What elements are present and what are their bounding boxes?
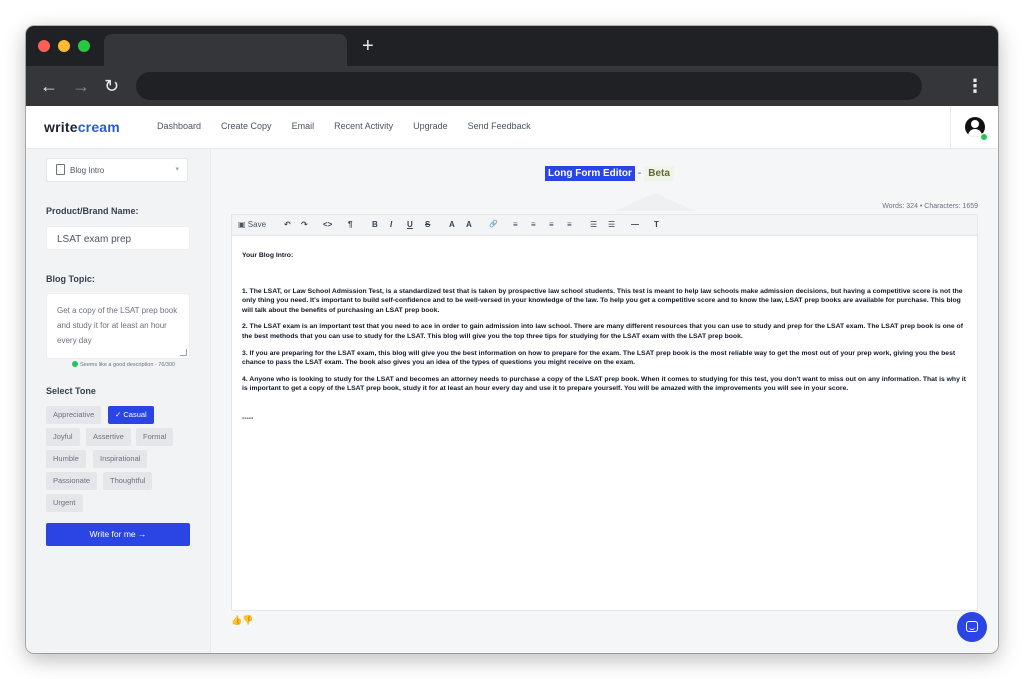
clear-format-icon[interactable]: T: [654, 220, 659, 229]
nav-recent-activity[interactable]: Recent Activity: [334, 121, 393, 131]
paragraph-3: 3. If you are preparing for the LSAT exa…: [242, 349, 956, 367]
tooltip-pointer: [615, 193, 695, 211]
long-form-editor-label: Long Form Editor: [545, 166, 635, 181]
document-icon: [56, 164, 65, 175]
underline-icon[interactable]: U: [407, 220, 413, 229]
link-icon[interactable]: 🔗: [489, 220, 498, 228]
user-menu[interactable]: [950, 106, 998, 148]
beta-badge: Beta: [644, 166, 674, 181]
product-input[interactable]: LSAT exam prep: [46, 226, 190, 250]
horizontal-rule-icon[interactable]: —: [631, 220, 639, 229]
browser-menu-icon[interactable]: ⋮: [966, 76, 984, 96]
browser-toolbar: ← → ↻ ⋮: [26, 66, 998, 106]
maximize-window-icon[interactable]: [78, 40, 90, 52]
tone-assertive[interactable]: Assertive: [86, 428, 131, 446]
template-select[interactable]: Blog Intro ▾: [46, 158, 188, 182]
save-label: Save: [247, 220, 267, 229]
minimize-window-icon[interactable]: [58, 40, 70, 52]
chat-support-button[interactable]: [957, 612, 987, 642]
back-icon[interactable]: ←: [40, 76, 58, 96]
nav-email[interactable]: Email: [292, 121, 315, 131]
nav-send-feedback[interactable]: Send Feedback: [468, 121, 531, 131]
tone-humble[interactable]: Humble: [46, 450, 86, 468]
undo-icon[interactable]: ↶: [284, 220, 291, 229]
new-tab-icon[interactable]: +: [362, 36, 374, 56]
thumbs-feedback-icon[interactable]: 👍👎: [231, 615, 253, 626]
product-label: Product/Brand Name:: [46, 206, 139, 216]
paragraph-4: 4. Anyone who is looking to study for th…: [242, 375, 966, 393]
logo-write: write: [44, 119, 78, 135]
paragraph-2: 2. The LSAT exam is an important test th…: [242, 323, 963, 340]
browser-window: + ← → ↻ ⋮ writecream Dashboard Create Co…: [26, 26, 998, 653]
separator-line: -----: [242, 414, 254, 422]
subscript-icon[interactable]: A: [466, 220, 472, 229]
tone-appreciative[interactable]: Appreciative: [46, 406, 102, 424]
resize-handle-icon[interactable]: [180, 349, 187, 356]
app-header: writecream Dashboard Create Copy Email R…: [26, 106, 998, 149]
template-select-value: Blog Intro: [70, 166, 105, 175]
tone-thoughtful[interactable]: Thoughtful: [103, 472, 153, 490]
tone-formal[interactable]: Formal: [136, 428, 174, 446]
editor-title: Long Form Editor - Beta: [545, 166, 674, 181]
editor-content[interactable]: Your Blog Intro: 1. The LSAT, or Law Sch…: [242, 251, 967, 424]
align-right-icon[interactable]: ≡: [549, 220, 554, 229]
save-button[interactable]: ▣ Save: [238, 220, 266, 229]
topic-hint: Seems like a good description - 76/300: [72, 361, 175, 368]
tone-casual-label: Casual: [123, 410, 147, 419]
topic-textarea[interactable]: Get a copy of the LSAT prep book and stu…: [46, 293, 190, 359]
nav-upgrade[interactable]: Upgrade: [413, 121, 448, 131]
bulleted-list-icon[interactable]: ☰: [590, 220, 597, 229]
tone-passionate[interactable]: Passionate: [46, 472, 98, 490]
topic-hint-text: Seems like a good description - 76/300: [80, 362, 176, 368]
code-view-icon[interactable]: <>: [323, 220, 332, 229]
write-for-me-button[interactable]: Write for me →: [46, 523, 190, 546]
redo-icon[interactable]: ↷: [301, 220, 308, 229]
tone-casual[interactable]: ✓ Casual: [108, 406, 154, 424]
online-status-icon: [980, 133, 988, 141]
browser-tab[interactable]: [104, 34, 347, 66]
blog-intro-heading: Your Blog Intro:: [242, 252, 294, 259]
justify-icon[interactable]: ≡: [567, 220, 572, 229]
close-window-icon[interactable]: [38, 40, 50, 52]
forward-icon[interactable]: →: [72, 76, 90, 96]
tab-bar: +: [26, 26, 998, 66]
align-center-icon[interactable]: ≡: [531, 220, 536, 229]
align-left-icon[interactable]: ≡: [513, 220, 518, 229]
numbered-list-icon[interactable]: ☰: [608, 220, 615, 229]
sidebar: Blog Intro ▾ Product/Brand Name: LSAT ex…: [26, 149, 211, 653]
chevron-down-icon: ▾: [175, 166, 179, 173]
topic-label: Blog Topic:: [46, 274, 95, 284]
logo-cream: cream: [77, 119, 120, 135]
tone-urgent[interactable]: Urgent: [46, 494, 83, 512]
title-separator: -: [637, 168, 642, 179]
superscript-icon[interactable]: A: [449, 220, 455, 229]
word-count: Words: 324 • Characters: 1659: [882, 203, 978, 210]
strikethrough-icon[interactable]: S: [425, 220, 430, 229]
paragraph-format-icon[interactable]: ¶: [348, 220, 352, 229]
tone-label: Select Tone: [46, 386, 96, 396]
nav-create-copy[interactable]: Create Copy: [221, 121, 272, 131]
reload-icon[interactable]: ↻: [104, 76, 119, 96]
bold-icon[interactable]: B: [372, 220, 378, 229]
nav-dashboard[interactable]: Dashboard: [157, 121, 201, 131]
topic-text: Get a copy of the LSAT prep book and stu…: [57, 306, 178, 345]
tone-inspirational[interactable]: Inspirational: [93, 450, 148, 468]
editor-toolbar: ▣ Save ↶ ↷ <> ¶ B I U S A A 🔗 ≡ ≡ ≡ ≡ ☰ …: [232, 215, 977, 236]
check-circle-icon: [72, 361, 78, 367]
paragraph-1: 1. The LSAT, or Law School Admission Tes…: [242, 287, 963, 314]
tone-joyful[interactable]: Joyful: [46, 428, 80, 446]
writecream-logo[interactable]: writecream: [44, 119, 120, 135]
main-nav: Dashboard Create Copy Email Recent Activ…: [157, 121, 531, 131]
long-form-editor[interactable]: ▣ Save ↶ ↷ <> ¶ B I U S A A 🔗 ≡ ≡ ≡ ≡ ☰ …: [231, 214, 978, 611]
address-bar[interactable]: [136, 72, 922, 100]
italic-icon[interactable]: I: [390, 220, 392, 229]
